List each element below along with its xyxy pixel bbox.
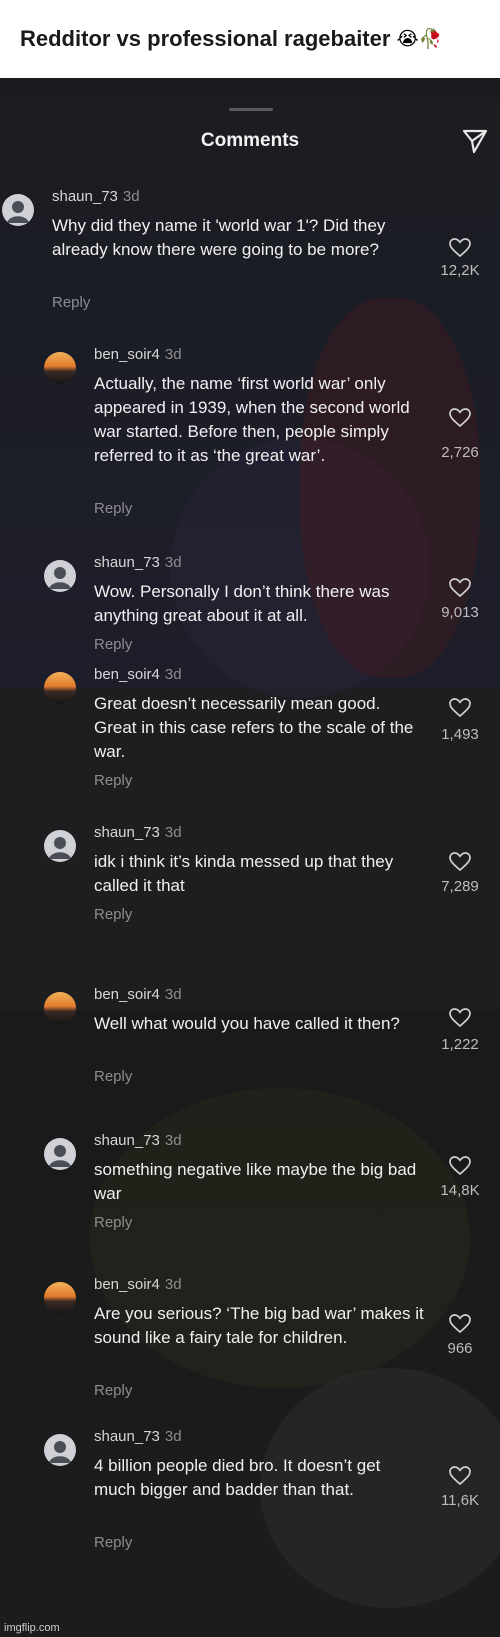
username-text[interactable]: ben_soir4 [94, 666, 160, 683]
like-heart-icon[interactable] [449, 578, 471, 598]
reply-button[interactable]: Reply [94, 636, 132, 653]
comment-text: Great doesn’t necessarily mean good. Gre… [94, 694, 414, 761]
like-heart-icon[interactable] [449, 408, 471, 428]
like-heart-icon[interactable] [449, 852, 471, 872]
username-text[interactable]: shaun_73 [94, 824, 160, 841]
send-icon[interactable] [462, 128, 488, 154]
sheet-drag-handle[interactable] [229, 108, 273, 111]
like-count: 11,6K [440, 1492, 480, 1509]
like-heart-icon[interactable] [449, 1314, 471, 1334]
comment-age: 3d [164, 1276, 182, 1293]
watermark: imgflip.com [4, 1622, 60, 1634]
reply-button[interactable]: Reply [94, 1382, 132, 1399]
comment-age: 3d [122, 188, 140, 205]
sunset-avatar[interactable] [44, 1282, 76, 1314]
sunset-avatar[interactable] [44, 672, 76, 704]
like-heart-icon[interactable] [449, 698, 471, 718]
username-text[interactable]: shaun_73 [94, 554, 160, 571]
username-text[interactable]: ben_soir4 [94, 346, 160, 363]
comment-username[interactable]: shaun_73 3d [52, 188, 140, 205]
like-count: 966 [447, 1340, 473, 1357]
comment-username[interactable]: shaun_73 3d [94, 554, 182, 571]
username-text[interactable]: shaun_73 [52, 188, 118, 205]
default-avatar[interactable] [2, 194, 34, 226]
username-text[interactable]: ben_soir4 [94, 1276, 160, 1293]
like-count: 9,013 [441, 604, 479, 621]
meme-title: Redditor vs professional ragebaiter [20, 26, 391, 51]
comment-age: 3d [164, 824, 182, 841]
comment-age: 3d [164, 346, 182, 363]
meme-title-bar: Redditor vs professional ragebaiter 😭🥀 [0, 0, 500, 78]
like-count: 12,2K [440, 262, 480, 279]
comment-text: Well what would you have called it then? [94, 1014, 400, 1033]
reply-button[interactable]: Reply [94, 1214, 132, 1231]
comment-username[interactable]: shaun_73 3d [94, 1132, 182, 1149]
like-count: 7,289 [441, 878, 479, 895]
comment-age: 3d [164, 986, 182, 1003]
comment-username[interactable]: shaun_73 3d [94, 1428, 182, 1445]
default-avatar[interactable] [44, 1434, 76, 1466]
comment-age: 3d [164, 1428, 182, 1445]
reply-button[interactable]: Reply [94, 500, 132, 517]
like-count: 1,493 [441, 726, 479, 743]
reply-button[interactable]: Reply [94, 1068, 132, 1085]
comment-text: idk i think it’s kinda messed up that th… [94, 852, 394, 895]
comment-username[interactable]: ben_soir4 3d [94, 986, 182, 1003]
comment-username[interactable]: ben_soir4 3d [94, 346, 182, 363]
sunset-avatar[interactable] [44, 992, 76, 1024]
like-count: 14,8K [440, 1182, 480, 1199]
like-count: 2,726 [441, 444, 479, 461]
username-text[interactable]: ben_soir4 [94, 986, 160, 1003]
comment-age: 3d [164, 666, 182, 683]
like-count: 1,222 [441, 1036, 479, 1053]
comment-text: Actually, the name ‘first world war’ onl… [94, 374, 410, 465]
comment-text: Are you serious? ‘The big bad war’ makes… [94, 1304, 424, 1347]
comment-text: Wow. Personally I don’t think there was … [94, 582, 390, 625]
reply-button[interactable]: Reply [52, 294, 90, 311]
like-heart-icon[interactable] [449, 238, 471, 258]
comment-text: something negative like maybe the big ba… [94, 1160, 417, 1203]
comments-title: Comments [200, 130, 300, 151]
like-heart-icon[interactable] [449, 1156, 471, 1176]
comment-age: 3d [164, 1132, 182, 1149]
comment-username[interactable]: ben_soir4 3d [94, 1276, 182, 1293]
username-text[interactable]: shaun_73 [94, 1428, 160, 1445]
comment-age: 3d [164, 554, 182, 571]
meme-title-emojis: 😭🥀 [396, 29, 443, 50]
comments-sheet: Comments shaun_73 3d Why did they name it … [0, 78, 500, 1637]
comment-text: Why did they name it 'world war 1'? Did … [52, 216, 386, 259]
comment-text: 4 billion people died bro. It doesn’t ge… [94, 1456, 381, 1499]
comment-username[interactable]: shaun_73 3d [94, 824, 182, 841]
like-heart-icon[interactable] [449, 1466, 471, 1486]
reply-button[interactable]: Reply [94, 772, 132, 789]
default-avatar[interactable] [44, 1138, 76, 1170]
default-avatar[interactable] [44, 560, 76, 592]
username-text[interactable]: shaun_73 [94, 1132, 160, 1149]
reply-button[interactable]: Reply [94, 906, 132, 923]
reply-button[interactable]: Reply [94, 1534, 132, 1551]
like-heart-icon[interactable] [449, 1008, 471, 1028]
sunset-avatar[interactable] [44, 352, 76, 384]
default-avatar[interactable] [44, 830, 76, 862]
comment-username[interactable]: ben_soir4 3d [94, 666, 182, 683]
